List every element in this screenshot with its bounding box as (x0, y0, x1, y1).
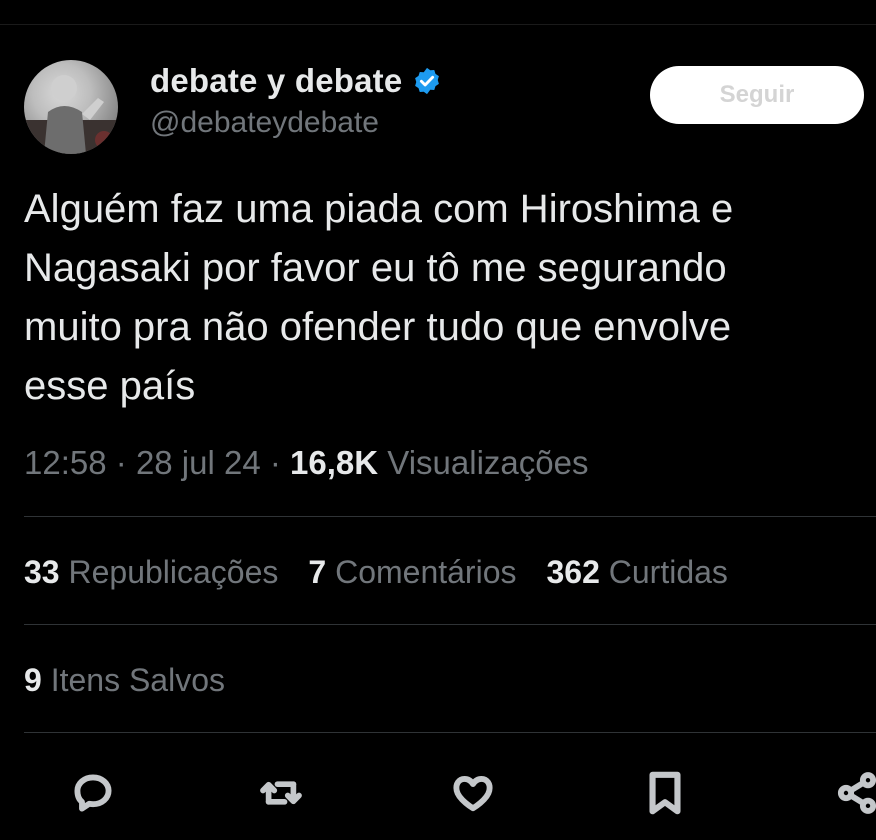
divider (24, 732, 876, 733)
follow-button[interactable]: Seguir (650, 66, 864, 124)
reposts-count: 33 (24, 554, 60, 590)
tweet-date[interactable]: 28 jul 24 (136, 444, 261, 481)
views-count: 16,8K (290, 444, 379, 481)
author-handle[interactable]: @debateydebate (150, 106, 379, 140)
comments-count: 7 (308, 554, 327, 590)
divider (24, 624, 876, 625)
avatar-figure (24, 75, 118, 154)
meta-separator: · (269, 444, 291, 481)
repost-icon (260, 781, 302, 805)
comments-label: Comentários (335, 554, 517, 590)
comments-stat[interactable]: 7 Comentários (308, 554, 516, 591)
meta-separator: · (115, 444, 136, 481)
share-icon (837, 772, 876, 814)
tweet-time[interactable]: 12:58 (24, 444, 107, 481)
action-bar (0, 765, 876, 825)
like-button[interactable] (448, 765, 498, 821)
top-divider (0, 24, 876, 25)
tweet-text: Alguém faz uma piada com Hiroshima e Nag… (24, 187, 734, 408)
share-button[interactable] (832, 765, 876, 821)
likes-label: Curtidas (608, 554, 728, 590)
like-icon (453, 775, 493, 812)
views-label: Visualizações (387, 444, 589, 481)
verified-badge-icon (415, 67, 440, 95)
author-name-row: debate y debate (150, 62, 442, 100)
author-display-name[interactable]: debate y debate (150, 62, 402, 100)
likes-count: 362 (546, 554, 600, 590)
avatar[interactable] (24, 60, 118, 154)
saves-label: Itens Salvos (50, 662, 225, 698)
reposts-label: Republicações (68, 554, 279, 590)
repost-button[interactable] (256, 765, 306, 821)
tweet-meta: 12:58 · 28 jul 24 · 16,8K Visualizações (24, 444, 588, 482)
saves-count: 9 (24, 662, 42, 698)
reply-icon (74, 774, 112, 812)
follow-button-label: Seguir (719, 81, 795, 108)
saves-stat[interactable]: 9 Itens Salvos (24, 662, 225, 699)
reply-button[interactable] (68, 765, 118, 821)
likes-stat[interactable]: 362 Curtidas (546, 554, 727, 591)
engagement-stats: 33 Republicações 7 Comentários 362 Curti… (24, 554, 728, 591)
divider (24, 516, 876, 517)
bookmark-button[interactable] (640, 765, 690, 821)
bookmark-icon (649, 771, 681, 815)
reposts-stat[interactable]: 33 Republicações (24, 554, 278, 591)
